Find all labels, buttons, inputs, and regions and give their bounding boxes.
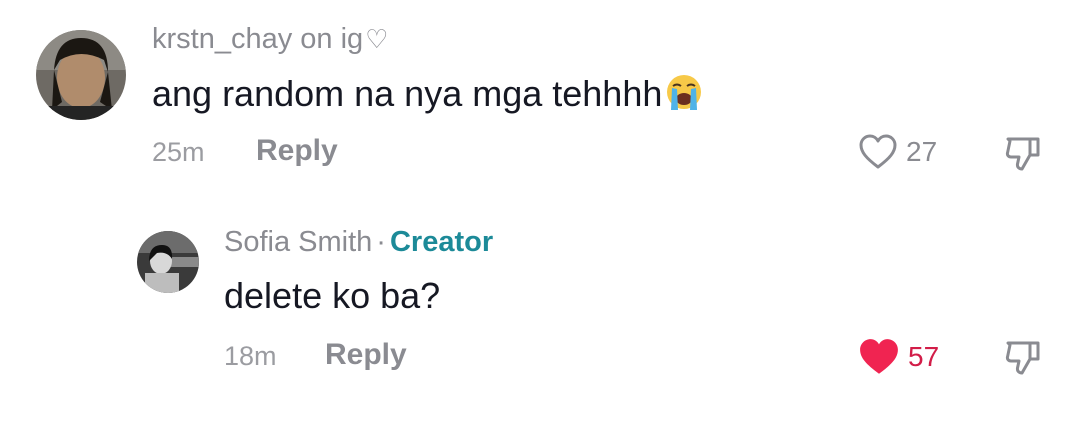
separator-dot: · (376, 226, 386, 258)
comment-username[interactable]: krstn_chay on ig♡ (152, 25, 388, 54)
creator-badge: Creator (389, 226, 494, 258)
like-button[interactable]: 57 (858, 337, 939, 377)
comment-body: delete ko ba? (224, 275, 441, 316)
dislike-button[interactable] (1002, 133, 1044, 180)
reply-button[interactable]: Reply (325, 340, 407, 370)
dislike-icon (1005, 341, 1040, 375)
avatar[interactable] (36, 30, 126, 120)
comment-timestamp: 25m (152, 137, 205, 167)
like-count: 57 (908, 341, 940, 372)
reply-button[interactable]: Reply (256, 136, 338, 166)
heart-outline-icon (859, 134, 897, 169)
like-button[interactable]: 27 (858, 133, 937, 171)
heart-filled-icon (860, 339, 898, 374)
username-text: krstn_chay on ig (152, 23, 364, 55)
dislike-icon (1005, 137, 1040, 171)
like-count: 27 (906, 136, 938, 167)
comment-text: ang random na nya mga tehhhh (152, 72, 704, 118)
dislike-button[interactable] (1002, 337, 1044, 384)
comment-thread: krstn_chay on ig♡ ang random na nya mga … (0, 0, 1076, 422)
username-heart-symbol: ♡ (365, 24, 389, 54)
comment-body: ang random na nya mga tehhhh (152, 73, 663, 114)
loudly-crying-face-emoji (664, 72, 704, 118)
username-text: Sofia Smith (224, 226, 373, 258)
comment-text: delete ko ba? (224, 278, 440, 314)
avatar[interactable] (137, 231, 199, 293)
reply-username[interactable]: Sofia Smith · Creator (224, 228, 493, 257)
comment-timestamp: 18m (224, 341, 277, 371)
